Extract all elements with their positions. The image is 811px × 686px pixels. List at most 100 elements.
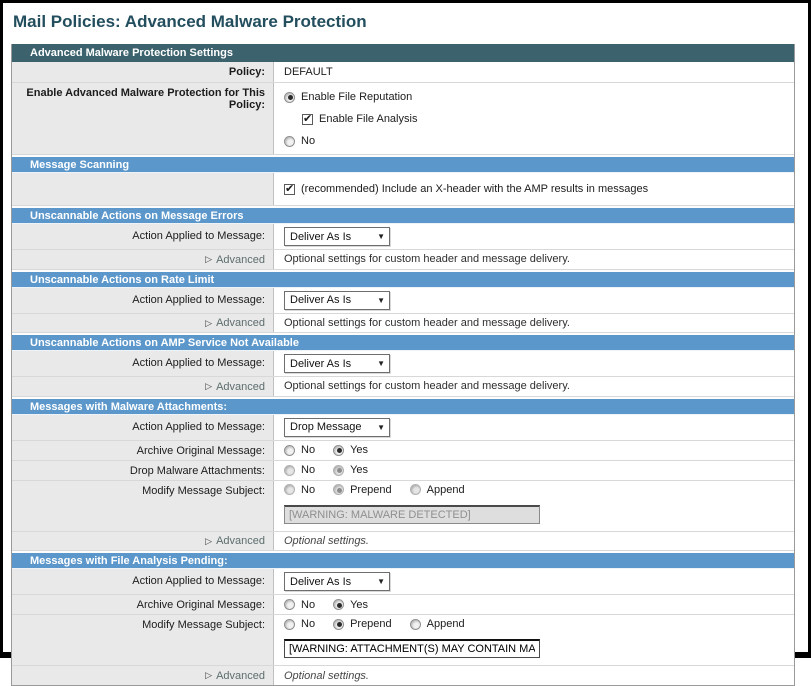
malware-archive-row: Archive Original Message: No Yes: [12, 441, 794, 461]
selected-action: Deliver As Is: [290, 576, 351, 588]
modify-subject-options: No Prepend Append: [284, 618, 465, 630]
xheader-option: (recommended) Include an X-header with t…: [284, 183, 648, 195]
modify-no-option: No: [284, 484, 315, 496]
advanced-link-cell: ▷ Advanced: [12, 314, 274, 333]
amp-service-advanced-link[interactable]: ▷ Advanced: [205, 381, 265, 393]
advanced-link-cell: ▷ Advanced: [12, 532, 274, 551]
no-radio[interactable]: [284, 136, 295, 147]
section-header-malware-attachments: Messages with Malware Attachments:: [12, 397, 794, 415]
policy-label: Policy:: [229, 66, 265, 78]
amp-service-advanced-row: ▷ Advanced Optional settings for custom …: [12, 377, 794, 397]
xheader-option-cell: (recommended) Include an X-header with t…: [274, 173, 794, 205]
action-label: Action Applied to Message:: [132, 575, 265, 587]
xheader-empty-cell: [12, 173, 274, 205]
drop-no-option: No: [284, 464, 315, 476]
modify-subject-options-cell: No Prepend Append: [274, 481, 794, 531]
policy-row: Policy: DEFAULT: [12, 62, 794, 83]
archive-no-label: No: [301, 444, 315, 456]
modify-subject-options: No Prepend Append: [284, 484, 465, 496]
xheader-checkbox[interactable]: [284, 184, 295, 195]
message-errors-advanced-row: ▷ Advanced Optional settings for custom …: [12, 250, 794, 270]
selected-action: Deliver As Is: [290, 294, 351, 306]
pending-modify-append-radio[interactable]: [410, 619, 421, 630]
pending-advanced-link[interactable]: ▷ Advanced: [205, 670, 265, 682]
modify-append-label: Append: [427, 484, 465, 496]
caret-down-icon: ▼: [377, 423, 385, 432]
message-errors-advanced-link[interactable]: ▷ Advanced: [205, 254, 265, 266]
action-label-cell: Action Applied to Message:: [12, 288, 274, 313]
modify-no-radio[interactable]: [284, 484, 295, 495]
drop-yes-radio[interactable]: [333, 465, 344, 476]
malware-advanced-link[interactable]: ▷ Advanced: [205, 535, 265, 547]
archive-label: Archive Original Message:: [137, 599, 265, 611]
action-select-cell: Deliver As Is ▼: [274, 569, 794, 594]
advanced-link-cell: ▷ Advanced: [12, 250, 274, 269]
action-label-cell: Action Applied to Message:: [12, 415, 274, 440]
pending-subject-input[interactable]: [284, 639, 540, 658]
action-label: Action Applied to Message:: [132, 230, 265, 242]
action-label: Action Applied to Message:: [132, 421, 265, 433]
malware-subject-input[interactable]: [284, 505, 540, 524]
modify-prepend-option: Prepend: [333, 618, 392, 630]
modify-prepend-label: Prepend: [350, 618, 392, 630]
page-title: Mail Policies: Advanced Malware Protecti…: [3, 3, 808, 43]
xheader-label: (recommended) Include an X-header with t…: [301, 183, 648, 195]
no-option: No: [284, 135, 315, 147]
advanced-label: Advanced: [216, 381, 265, 393]
advanced-link-cell: ▷ Advanced: [12, 377, 274, 396]
section-header-file-analysis-pending: Messages with File Analysis Pending:: [12, 551, 794, 569]
advanced-label: Advanced: [216, 317, 265, 329]
modify-subject-label-cell: Modify Message Subject:: [12, 481, 274, 531]
pending-modify-prepend-radio[interactable]: [333, 619, 344, 630]
pending-modify-no-radio[interactable]: [284, 619, 295, 630]
rate-limit-advanced-row: ▷ Advanced Optional settings for custom …: [12, 314, 794, 334]
drop-no-label: No: [301, 464, 315, 476]
modify-prepend-label: Prepend: [350, 484, 392, 496]
modify-no-label: No: [301, 618, 315, 630]
pending-advanced-row: ▷ Advanced Optional settings.: [12, 666, 794, 685]
advanced-note: Optional settings for custom header and …: [284, 317, 570, 329]
action-label-cell: Action Applied to Message:: [12, 224, 274, 249]
archive-yes-label: Yes: [350, 599, 368, 611]
archive-no-label: No: [301, 599, 315, 611]
archive-yes-option: Yes: [333, 444, 368, 456]
pending-action-row: Action Applied to Message: Deliver As Is…: [12, 569, 794, 595]
modify-no-label: No: [301, 484, 315, 496]
file-reputation-label: Enable File Reputation: [301, 91, 412, 103]
modify-append-option: Append: [410, 618, 465, 630]
file-analysis-checkbox[interactable]: [302, 114, 313, 125]
advanced-note: Optional settings for custom header and …: [284, 380, 570, 392]
drop-no-radio[interactable]: [284, 465, 295, 476]
drop-attachments-row: Drop Malware Attachments: No Yes: [12, 461, 794, 481]
archive-no-radio[interactable]: [284, 445, 295, 456]
policy-label-cell: Policy:: [12, 62, 274, 82]
amp-settings-table: Advanced Malware Protection Settings Pol…: [11, 44, 795, 686]
modify-append-radio[interactable]: [410, 484, 421, 495]
file-reputation-radio[interactable]: [284, 92, 295, 103]
archive-label-cell: Archive Original Message:: [12, 595, 274, 614]
malware-modify-subject-row: Modify Message Subject: No Prepend Appen…: [12, 481, 794, 532]
triangle-right-icon: ▷: [205, 670, 212, 681]
archive-yes-radio[interactable]: [333, 445, 344, 456]
message-errors-action-select[interactable]: Deliver As Is ▼: [284, 227, 390, 246]
rate-limit-action-select[interactable]: Deliver As Is ▼: [284, 291, 390, 310]
amp-service-action-row: Action Applied to Message: Deliver As Is…: [12, 351, 794, 377]
malware-action-select[interactable]: Drop Message ▼: [284, 418, 390, 437]
pending-archive-yes-radio[interactable]: [333, 599, 344, 610]
advanced-note-cell: Optional settings for custom header and …: [274, 377, 794, 396]
pending-action-select[interactable]: Deliver As Is ▼: [284, 572, 390, 591]
action-label-cell: Action Applied to Message:: [12, 351, 274, 376]
xheader-row: (recommended) Include an X-header with t…: [12, 173, 794, 206]
amp-service-action-select[interactable]: Deliver As Is ▼: [284, 354, 390, 373]
pending-archive-no-radio[interactable]: [284, 599, 295, 610]
action-label: Action Applied to Message:: [132, 357, 265, 369]
modify-prepend-radio[interactable]: [333, 484, 344, 495]
archive-no-option: No: [284, 444, 315, 456]
action-label-cell: Action Applied to Message:: [12, 569, 274, 594]
action-select-cell: Drop Message ▼: [274, 415, 794, 440]
drop-label-cell: Drop Malware Attachments:: [12, 461, 274, 480]
archive-options-cell: No Yes: [274, 441, 794, 460]
rate-limit-advanced-link[interactable]: ▷ Advanced: [205, 317, 265, 329]
drop-options-cell: No Yes: [274, 461, 794, 480]
enable-amp-row: Enable Advanced Malware Protection for T…: [12, 83, 794, 155]
